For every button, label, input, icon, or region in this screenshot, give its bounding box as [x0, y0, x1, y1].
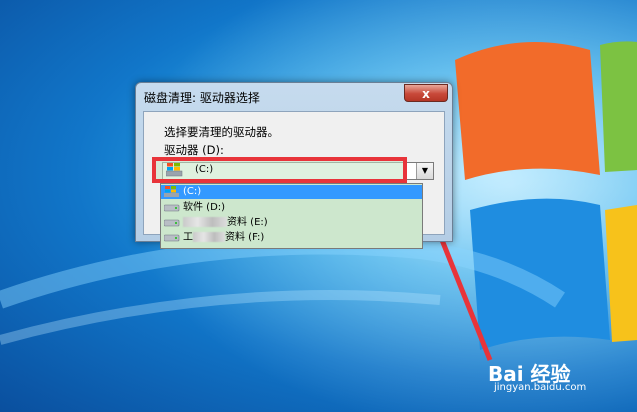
list-item-drive-c[interactable]: (C:)	[161, 185, 422, 199]
dialog-title: 磁盘清理: 驱动器选择	[144, 91, 260, 105]
drive-icon	[164, 204, 180, 212]
dialog-titlebar[interactable]: 磁盘清理: 驱动器选择 x	[136, 83, 452, 109]
drive-icon	[164, 234, 180, 242]
prompt-text: 选择要清理的驱动器。	[164, 125, 279, 139]
baidu-jingyan-watermark: Bai 经验 jingyan.baidu.com	[488, 358, 586, 393]
watermark-url: jingyan.baidu.com	[494, 382, 587, 393]
drive-dropdown-list[interactable]: (C:) 软件 (D:) 资料 (E:) 工 资料 (F:)	[160, 183, 423, 249]
drives-label: 驱动器 (D):	[164, 143, 224, 157]
list-item-label: 资料 (E:)	[227, 217, 268, 228]
list-item-label: 资料 (F:)	[225, 232, 265, 243]
list-item-drive-f[interactable]: 工 资料 (F:)	[161, 231, 422, 245]
redacted-text	[183, 217, 227, 227]
combobox-selected-value: (C:)	[195, 164, 214, 175]
list-item-label: (C:)	[183, 186, 202, 197]
list-item-label: 软件 (D:)	[183, 202, 226, 213]
drive-icon	[164, 219, 180, 227]
chevron-down-icon[interactable]: ▼	[416, 163, 433, 179]
close-icon: x	[422, 87, 430, 101]
windows-drive-icon	[166, 163, 183, 177]
list-item-label-wrap: 工 资料 (F:)	[183, 231, 264, 245]
close-button[interactable]: x	[404, 84, 448, 102]
redacted-text	[193, 232, 225, 242]
list-item-drive-e[interactable]: 资料 (E:)	[161, 216, 422, 230]
list-item-prefix: 工	[183, 232, 193, 243]
list-item-drive-d[interactable]: 软件 (D:)	[161, 201, 422, 215]
highlight-annotation	[152, 157, 407, 183]
list-item-label-wrap: 资料 (E:)	[183, 216, 268, 230]
windows-drive-icon	[164, 186, 179, 197]
